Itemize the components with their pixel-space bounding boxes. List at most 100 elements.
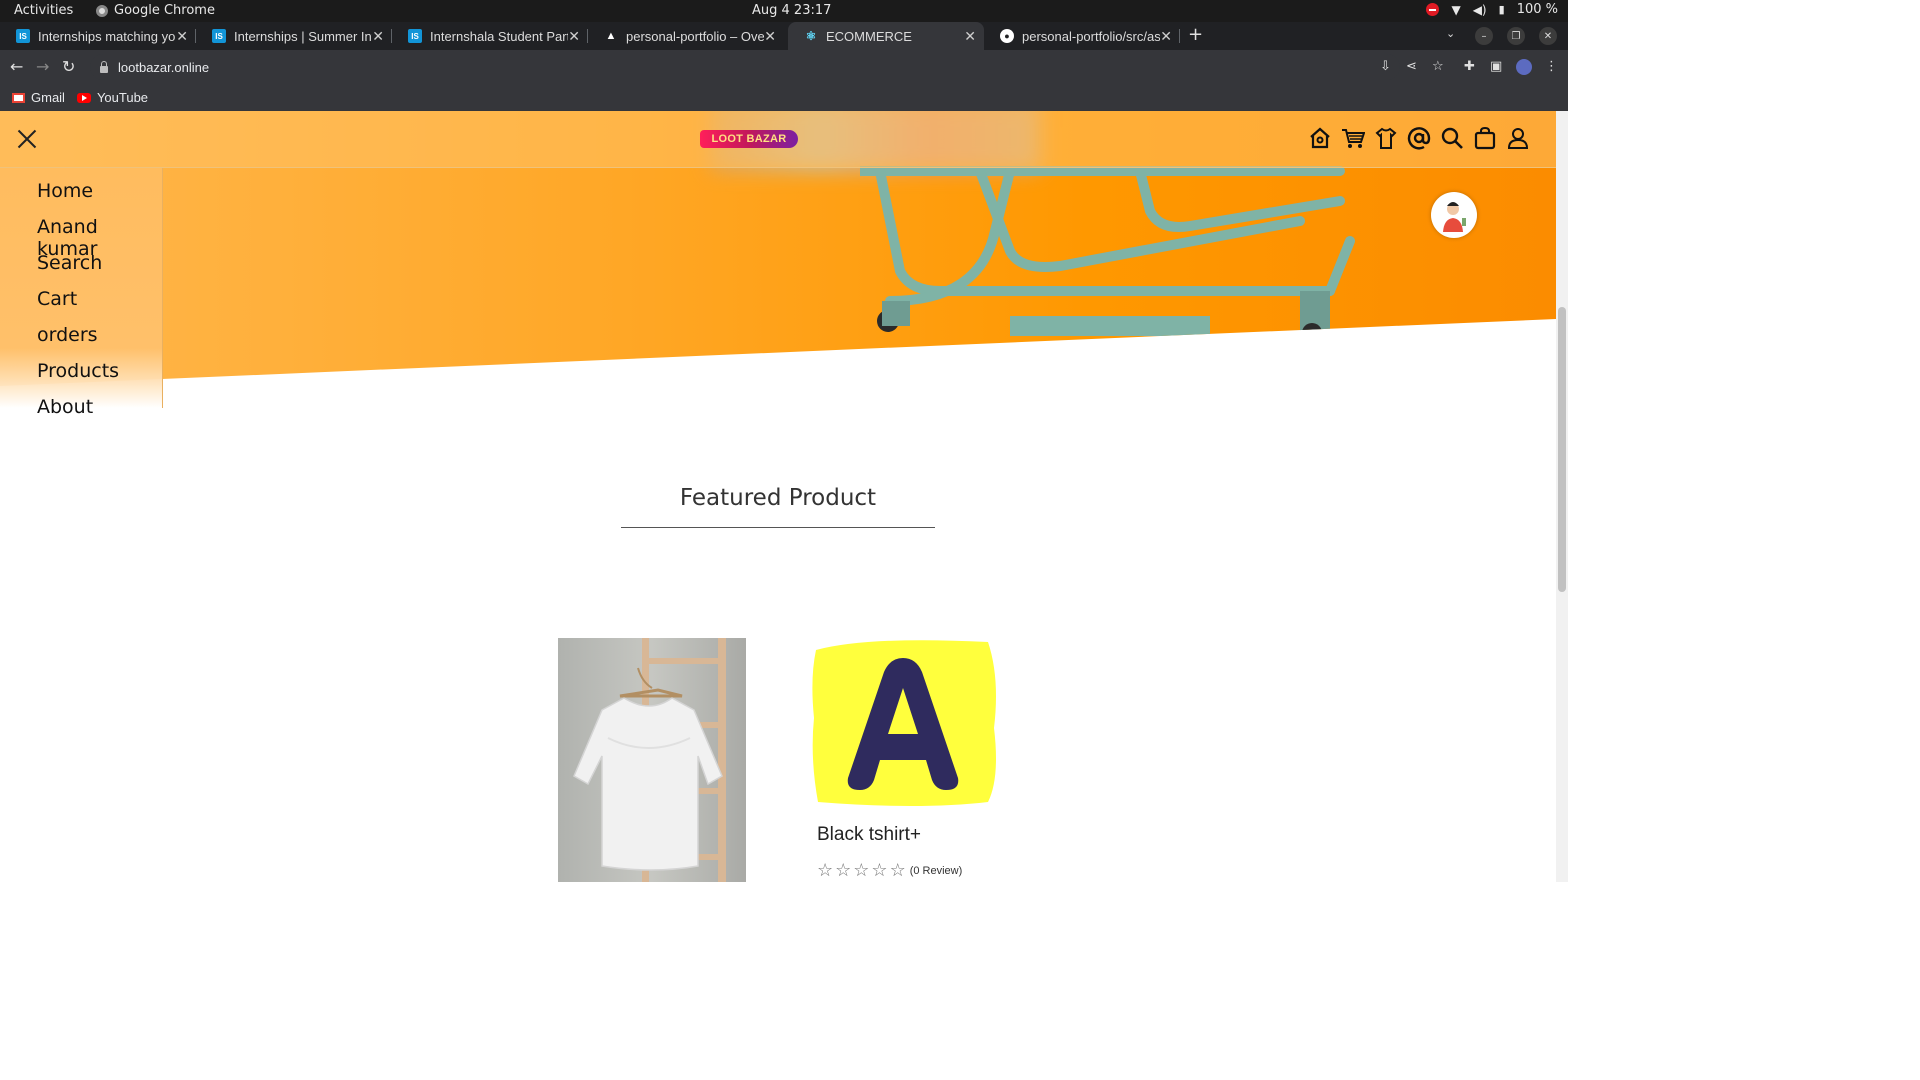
bookmark-label: Gmail bbox=[31, 90, 65, 105]
menu-icon[interactable]: ⋮ bbox=[1545, 59, 1558, 74]
close-tab-icon[interactable]: ✕ bbox=[764, 28, 776, 45]
bookmark-star-icon[interactable]: ☆ bbox=[1432, 59, 1444, 74]
bookmarks-bar: Gmail YouTube bbox=[0, 84, 1568, 111]
tab-title: Internships matching you bbox=[38, 28, 176, 44]
scrollbar-thumb[interactable] bbox=[1558, 307, 1566, 592]
avatar-illustration bbox=[1443, 202, 1466, 232]
share-icon[interactable]: ⋖ bbox=[1406, 59, 1417, 74]
star-icon: ☆ bbox=[817, 860, 834, 881]
tab[interactable]: IS Internships | Summer Inte ✕ bbox=[196, 22, 392, 50]
at-icon[interactable] bbox=[1407, 125, 1431, 151]
menu-item-products[interactable]: Products bbox=[37, 360, 119, 382]
page-scrollbar[interactable] bbox=[1556, 111, 1568, 882]
app-name: Google Chrome bbox=[114, 3, 215, 18]
volume-icon: ◀) bbox=[1472, 2, 1487, 17]
close-tab-icon[interactable]: ✕ bbox=[1160, 28, 1172, 45]
menu-item-cart[interactable]: Cart bbox=[37, 288, 77, 310]
site-logo[interactable]: LOOT BAZAR bbox=[700, 130, 798, 148]
star-icon: ☆ bbox=[871, 860, 888, 881]
user-avatar[interactable] bbox=[1431, 192, 1477, 238]
wifi-icon: ▼ bbox=[1451, 2, 1461, 17]
menu-item-home[interactable]: Home bbox=[37, 180, 93, 202]
close-tab-icon[interactable]: ✕ bbox=[568, 28, 580, 45]
section-divider bbox=[621, 527, 935, 528]
star-icon: ☆ bbox=[889, 860, 906, 881]
app-menu[interactable]: Google Chrome bbox=[96, 3, 215, 18]
react-icon: ⚛ bbox=[805, 29, 817, 43]
tab-title: Internships | Summer Inte bbox=[234, 28, 372, 44]
close-menu-icon[interactable] bbox=[17, 129, 37, 149]
do-not-disturb-icon bbox=[1426, 3, 1440, 16]
chrome-icon bbox=[96, 4, 108, 17]
menu-item-about[interactable]: About bbox=[37, 396, 93, 418]
bookmark-gmail[interactable]: Gmail bbox=[12, 90, 65, 105]
product-image-brand[interactable]: A bbox=[808, 638, 998, 808]
tab[interactable]: IS Internshala Student Partr ✕ bbox=[392, 22, 588, 50]
tab[interactable]: IS Internships matching you ✕ bbox=[0, 22, 196, 50]
lock-icon[interactable] bbox=[100, 60, 108, 73]
activities-button[interactable]: Activities bbox=[14, 3, 73, 18]
review-count: (0 Review) bbox=[909, 864, 963, 877]
user-icon[interactable] bbox=[1506, 125, 1530, 151]
product-rating: ☆ ☆ ☆ ☆ ☆ (0 Review) bbox=[817, 860, 962, 881]
forward-icon[interactable]: → bbox=[36, 57, 49, 76]
nav-icons bbox=[1308, 125, 1530, 151]
restore-icon[interactable]: ❐ bbox=[1507, 27, 1525, 45]
shopping-cart-image bbox=[860, 166, 1355, 343]
youtube-icon bbox=[76, 92, 91, 103]
home-icon[interactable] bbox=[1308, 125, 1332, 151]
extensions-icon[interactable]: ✚ bbox=[1464, 59, 1475, 74]
tab-title: Internshala Student Partr bbox=[430, 28, 568, 44]
menu-item-orders[interactable]: orders bbox=[37, 324, 98, 346]
internshala-icon: IS bbox=[212, 29, 226, 43]
close-window-icon[interactable]: ✕ bbox=[1539, 27, 1557, 45]
bookmark-youtube[interactable]: YouTube bbox=[76, 90, 149, 105]
star-icon: ☆ bbox=[853, 860, 870, 881]
address-bar[interactable]: lootbazar.online bbox=[90, 54, 1400, 80]
system-top-bar: Activities Google Chrome Aug 4 23:17 ▼ ◀… bbox=[0, 0, 1568, 22]
site-navbar: LOOT BAZAR bbox=[0, 111, 1556, 168]
product-image-tshirt[interactable] bbox=[558, 638, 746, 882]
browser-toolbar: ← → ↻ lootbazar.online ⇩ ⋖ ☆ ✚ ▣ ⋮ bbox=[0, 50, 1568, 84]
internshala-icon: IS bbox=[408, 29, 422, 43]
system-tray[interactable]: ▼ ◀) ▮ 100 % bbox=[1426, 2, 1558, 17]
bookmark-label: YouTube bbox=[96, 90, 149, 105]
internshala-icon: IS bbox=[16, 29, 30, 43]
back-icon[interactable]: ← bbox=[10, 57, 23, 76]
clock[interactable]: Aug 4 23:17 bbox=[752, 3, 831, 18]
new-tab-button[interactable]: + bbox=[1188, 24, 1203, 45]
reload-icon[interactable]: ↻ bbox=[62, 57, 75, 76]
side-menu: Home Anand kumar Search Cart orders Prod… bbox=[0, 168, 163, 418]
minimize-icon[interactable]: – bbox=[1475, 27, 1493, 45]
install-icon[interactable]: ⇩ bbox=[1380, 59, 1391, 74]
product-name[interactable]: Black tshirt+ bbox=[817, 824, 921, 846]
tab-active[interactable]: ⚛ ECOMMERCE ✕ bbox=[788, 22, 984, 50]
tshirt-image bbox=[573, 667, 723, 871]
side-panel-icon[interactable]: ▣ bbox=[1490, 59, 1502, 74]
vercel-icon: ▲ bbox=[605, 30, 617, 42]
tab-title: personal-portfolio/src/as bbox=[1022, 28, 1160, 44]
tab-strip: IS Internships matching you ✕ IS Interns… bbox=[0, 22, 1568, 50]
tshirt-icon[interactable] bbox=[1374, 125, 1398, 151]
tab[interactable]: ● personal-portfolio/src/as ✕ bbox=[984, 22, 1180, 50]
search-icon[interactable] bbox=[1440, 125, 1464, 151]
star-icon: ☆ bbox=[835, 860, 852, 881]
battery-percent: 100 % bbox=[1516, 2, 1558, 17]
menu-item-search[interactable]: Search bbox=[37, 252, 102, 274]
cart-icon[interactable] bbox=[1341, 125, 1365, 151]
bag-icon[interactable] bbox=[1473, 125, 1497, 151]
tab-title: ECOMMERCE bbox=[826, 28, 912, 44]
close-tab-icon[interactable]: ✕ bbox=[176, 28, 188, 45]
section-title: Featured Product bbox=[679, 485, 877, 511]
close-tab-icon[interactable]: ✕ bbox=[964, 28, 976, 45]
web-page: LOOT BAZAR Home Anand kumar Search Cart … bbox=[0, 111, 1556, 882]
brand-letter: A bbox=[808, 638, 809, 639]
url-text: lootbazar.online bbox=[118, 59, 210, 75]
tab-title: personal-portfolio – Over bbox=[626, 28, 764, 44]
tab[interactable]: ▲ personal-portfolio – Over ✕ bbox=[588, 22, 784, 50]
gmail-icon bbox=[12, 92, 25, 103]
battery-icon: ▮ bbox=[1498, 3, 1505, 16]
profile-avatar[interactable] bbox=[1516, 59, 1532, 75]
tab-search-icon[interactable]: ⌄ bbox=[1446, 27, 1455, 40]
close-tab-icon[interactable]: ✕ bbox=[372, 28, 384, 45]
